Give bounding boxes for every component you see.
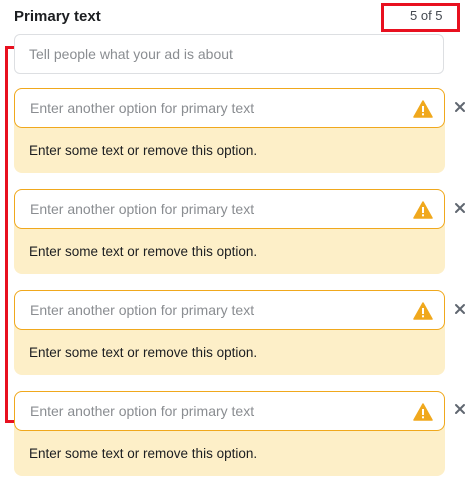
option-warning-message: Enter some text or remove this option. <box>29 143 258 158</box>
option-text-input[interactable]: Enter another option for primary text <box>14 391 445 431</box>
option-warning-message: Enter some text or remove this option. <box>29 244 258 259</box>
remove-option-close-icon[interactable] <box>453 201 467 215</box>
remove-option-close-icon[interactable] <box>453 302 467 316</box>
option-warning-card: Enter another option for primary text En… <box>14 88 445 173</box>
primary-text-label: Primary text <box>14 8 101 25</box>
option-warning-card: Enter another option for primary text En… <box>14 290 445 375</box>
warning-triangle-icon <box>413 302 433 320</box>
option-warning-card: Enter another option for primary text En… <box>14 189 445 274</box>
warning-triangle-icon <box>413 201 433 219</box>
counter-highlight-box <box>381 3 460 32</box>
warning-triangle-icon <box>413 403 433 421</box>
primary-text-option: Enter another option for primary text En… <box>14 88 445 173</box>
primary-text-option: Enter another option for primary text En… <box>14 391 445 476</box>
option-warning-message: Enter some text or remove this option. <box>29 345 258 360</box>
primary-text-option: Enter another option for primary text En… <box>14 189 445 274</box>
option-text-input[interactable]: Enter another option for primary text <box>14 290 445 330</box>
option-text-input[interactable]: Enter another option for primary text <box>14 189 445 229</box>
option-placeholder: Enter another option for primary text <box>30 201 255 217</box>
option-text-input[interactable]: Enter another option for primary text <box>14 88 445 128</box>
remove-option-close-icon[interactable] <box>453 402 467 416</box>
primary-text-option: Enter another option for primary text En… <box>14 290 445 375</box>
primary-text-placeholder: Tell people what your ad is about <box>29 46 233 62</box>
option-placeholder: Enter another option for primary text <box>30 302 255 318</box>
option-warning-message: Enter some text or remove this option. <box>29 446 258 461</box>
option-warning-card: Enter another option for primary text En… <box>14 391 445 476</box>
option-placeholder: Enter another option for primary text <box>30 403 255 419</box>
option-placeholder: Enter another option for primary text <box>30 100 255 116</box>
remove-option-close-icon[interactable] <box>453 100 467 114</box>
primary-text-input[interactable]: Tell people what your ad is about <box>14 34 444 74</box>
warning-triangle-icon <box>413 100 433 118</box>
